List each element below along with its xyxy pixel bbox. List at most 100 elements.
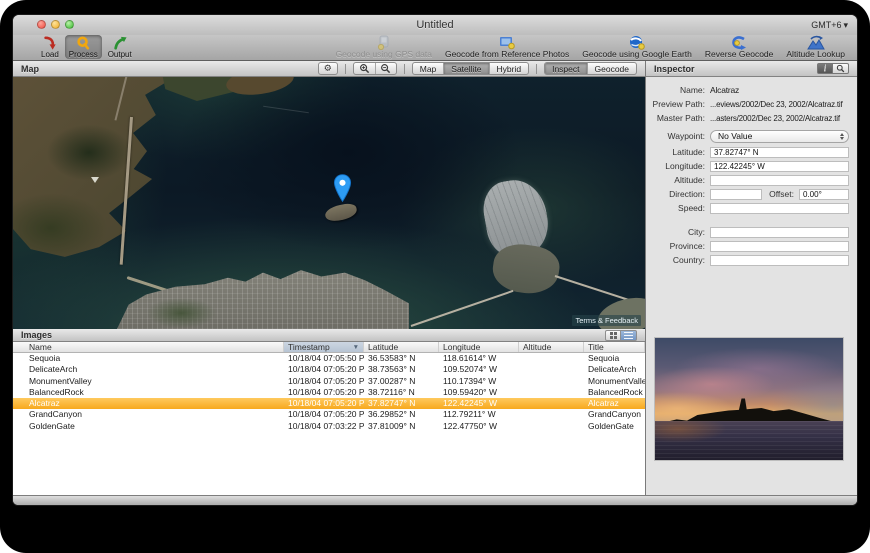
grid-view-icon bbox=[610, 332, 613, 335]
latitude-field[interactable]: 37.82747° N bbox=[710, 147, 849, 158]
load-button[interactable]: Load bbox=[37, 35, 63, 59]
app-window: Untitled GMT+6 ▾ Load bbox=[13, 15, 857, 505]
cell-latitude: 37.82747° N bbox=[364, 398, 439, 409]
process-icon bbox=[75, 36, 91, 50]
offset-field[interactable]: 0.00° bbox=[799, 189, 849, 200]
waypoint-dropdown[interactable]: No Value bbox=[710, 130, 849, 143]
map-type-satellite[interactable]: Satellite bbox=[443, 63, 488, 74]
output-arrow-icon bbox=[112, 36, 128, 50]
close-button[interactable] bbox=[37, 20, 46, 29]
table-row[interactable]: Sequoia 10/18/04 07:05:50 PM 36.53583° N… bbox=[13, 353, 645, 364]
process-button[interactable]: Process bbox=[65, 35, 102, 59]
load-arrow-icon bbox=[42, 36, 58, 50]
altitude-field[interactable] bbox=[710, 175, 849, 186]
zoom-out-button[interactable] bbox=[375, 63, 396, 74]
country-field[interactable] bbox=[710, 255, 849, 266]
boat-wake bbox=[263, 106, 309, 113]
table-row[interactable]: Alcatraz 10/18/04 07:05:20 PM 37.82747° … bbox=[13, 398, 645, 409]
output-button[interactable]: Output bbox=[104, 35, 136, 59]
cell-timestamp: 10/18/04 07:03:22 PM bbox=[284, 421, 364, 432]
gps-device-icon bbox=[375, 35, 393, 50]
cell-name: GoldenGate bbox=[13, 421, 284, 432]
timezone-menu[interactable]: GMT+6 ▾ bbox=[811, 15, 848, 35]
city-field[interactable] bbox=[710, 227, 849, 238]
speed-field[interactable] bbox=[710, 203, 849, 214]
cell-latitude: 38.72116° N bbox=[364, 387, 439, 398]
map-canvas[interactable]: Terms & Feedback bbox=[13, 77, 645, 329]
cell-longitude: 112.79211° W bbox=[439, 409, 519, 420]
grid-view-button[interactable] bbox=[605, 330, 621, 341]
mode-geocode[interactable]: Geocode bbox=[587, 63, 637, 74]
table-row[interactable]: BalancedRock 10/18/04 07:05:20 PM 38.721… bbox=[13, 387, 645, 398]
cell-altitude bbox=[519, 376, 584, 387]
column-header-timestamp[interactable]: Timestamp ▼ bbox=[284, 342, 364, 352]
zoom-window-button[interactable] bbox=[65, 20, 74, 29]
stepper-icon bbox=[840, 133, 844, 140]
column-header-title[interactable]: Title bbox=[584, 342, 645, 352]
cell-latitude: 36.53583° N bbox=[364, 353, 439, 364]
master-path-label: Master Path: bbox=[646, 113, 710, 123]
list-view-icon bbox=[624, 332, 633, 339]
inspector-search-tab[interactable] bbox=[833, 63, 849, 74]
direction-field[interactable] bbox=[710, 189, 762, 200]
speed-label: Speed: bbox=[646, 203, 710, 213]
cell-latitude: 37.81009° N bbox=[364, 421, 439, 432]
minimize-button[interactable] bbox=[51, 20, 60, 29]
status-bar bbox=[13, 495, 857, 505]
table-row[interactable]: MonumentValley 10/18/04 07:05:20 PM 37.0… bbox=[13, 376, 645, 387]
name-label: Name: bbox=[646, 85, 710, 95]
geocode-gps-button[interactable]: Geocode using GPS data bbox=[336, 35, 432, 59]
yerba-buena-island bbox=[490, 241, 562, 298]
mountain-icon bbox=[807, 35, 825, 50]
cell-title: GoldenGate bbox=[584, 421, 645, 432]
province-field[interactable] bbox=[710, 241, 849, 252]
latitude-label: Latitude: bbox=[646, 147, 710, 157]
zoom-in-button[interactable] bbox=[354, 63, 375, 74]
geocode-google-earth-button[interactable]: Geocode using Google Earth bbox=[582, 35, 692, 59]
cell-longitude: 118.61614° W bbox=[439, 353, 519, 364]
cell-altitude bbox=[519, 387, 584, 398]
geocode-reference-photos-button[interactable]: Geocode from Reference Photos bbox=[445, 35, 569, 59]
photo-thumbnail bbox=[654, 337, 844, 461]
cell-latitude: 38.73563° N bbox=[364, 364, 439, 375]
column-header-longitude[interactable]: Longitude bbox=[439, 342, 519, 352]
cell-altitude bbox=[519, 421, 584, 432]
map-type-hybrid[interactable]: Hybrid bbox=[489, 63, 529, 74]
cell-title: GrandCanyon bbox=[584, 409, 645, 420]
cell-longitude: 122.42245° W bbox=[439, 398, 519, 409]
mode-segmented-control: Inspect Geocode bbox=[544, 62, 637, 75]
toolbar: Load Process Output bbox=[13, 35, 857, 61]
map-settings-button[interactable]: ⚙ bbox=[318, 62, 338, 75]
bay-bridge-west-span bbox=[411, 290, 514, 327]
country-label: Country: bbox=[646, 255, 710, 265]
inspector-info-tab[interactable]: i bbox=[817, 63, 833, 74]
altitude-lookup-button[interactable]: Altitude Lookup bbox=[786, 35, 845, 59]
san-francisco-city bbox=[117, 265, 409, 329]
waypoint-label: Waypoint: bbox=[646, 131, 710, 141]
cell-title: Sequoia bbox=[584, 353, 645, 364]
province-label: Province: bbox=[646, 241, 710, 251]
longitude-field[interactable]: 122.42245° W bbox=[710, 161, 849, 172]
map-panel-title: Map bbox=[21, 64, 39, 74]
table-row[interactable]: DelicateArch 10/18/04 07:05:20 PM 38.735… bbox=[13, 364, 645, 375]
map-type-map[interactable]: Map bbox=[413, 63, 444, 74]
search-icon bbox=[836, 64, 845, 73]
images-panel-title: Images bbox=[21, 330, 52, 340]
table-row[interactable]: GrandCanyon 10/18/04 07:05:20 PM 36.2985… bbox=[13, 409, 645, 420]
map-attribution-link[interactable]: Terms & Feedback bbox=[572, 315, 641, 326]
column-header-altitude[interactable]: Altitude bbox=[519, 342, 584, 352]
table-row[interactable]: GoldenGate 10/18/04 07:03:22 PM 37.81009… bbox=[13, 421, 645, 432]
list-view-button[interactable] bbox=[621, 330, 637, 341]
map-pin-icon[interactable] bbox=[333, 173, 352, 203]
cell-name: Sequoia bbox=[13, 353, 284, 364]
cell-longitude: 109.52074° W bbox=[439, 364, 519, 375]
cell-name: DelicateArch bbox=[13, 364, 284, 375]
reverse-geocode-button[interactable]: Reverse Geocode bbox=[705, 35, 774, 59]
screen-bezel: Untitled GMT+6 ▾ Load bbox=[0, 0, 870, 553]
mode-inspect[interactable]: Inspect bbox=[545, 63, 586, 74]
cell-longitude: 109.59420° W bbox=[439, 387, 519, 398]
column-header-name[interactable]: Name bbox=[13, 342, 284, 352]
cell-timestamp: 10/18/04 07:05:50 PM bbox=[284, 353, 364, 364]
timezone-label: GMT+6 bbox=[811, 15, 841, 35]
column-header-latitude[interactable]: Latitude bbox=[364, 342, 439, 352]
